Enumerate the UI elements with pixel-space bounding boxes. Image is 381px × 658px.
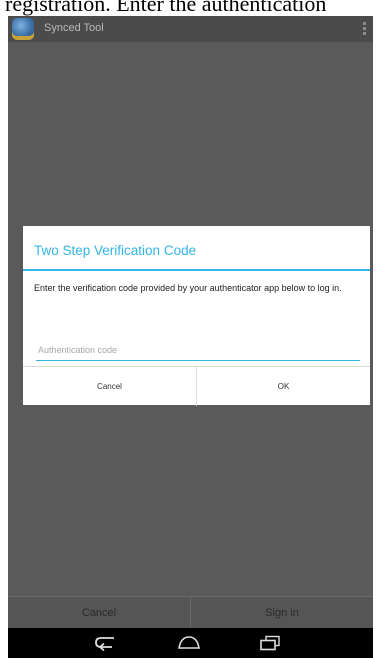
app-icon[interactable] [12,18,34,40]
two-step-verification-dialog: Two Step Verification Code Enter the ver… [23,226,370,406]
app-title: Synced Tool [44,22,104,34]
system-nav-bar [8,628,373,658]
dialog-cancel-button[interactable]: Cancel [23,367,197,406]
dialog-title: Two Step Verification Code [34,243,197,258]
dialog-title-divider [23,269,370,271]
overflow-menu-icon[interactable] [363,22,367,36]
home-icon[interactable] [175,634,203,652]
dialog-button-bar: Cancel OK [23,366,370,406]
action-bar: Synced Tool [8,16,373,42]
caption-text: registration. Enter the authentication [5,0,327,16]
cancel-button[interactable]: Cancel [8,597,191,629]
phone-screen: Synced Tool Two Step Verification Code E… [8,16,373,658]
dialog-message: Enter the verification code provided by … [34,283,342,293]
bottom-button-bar: Cancel Sign in [8,596,373,629]
dialog-ok-button[interactable]: OK [197,367,370,406]
authentication-code-input[interactable] [36,340,360,361]
recents-icon[interactable] [256,634,284,652]
back-icon[interactable] [92,634,120,652]
sign-in-button[interactable]: Sign in [191,597,373,629]
